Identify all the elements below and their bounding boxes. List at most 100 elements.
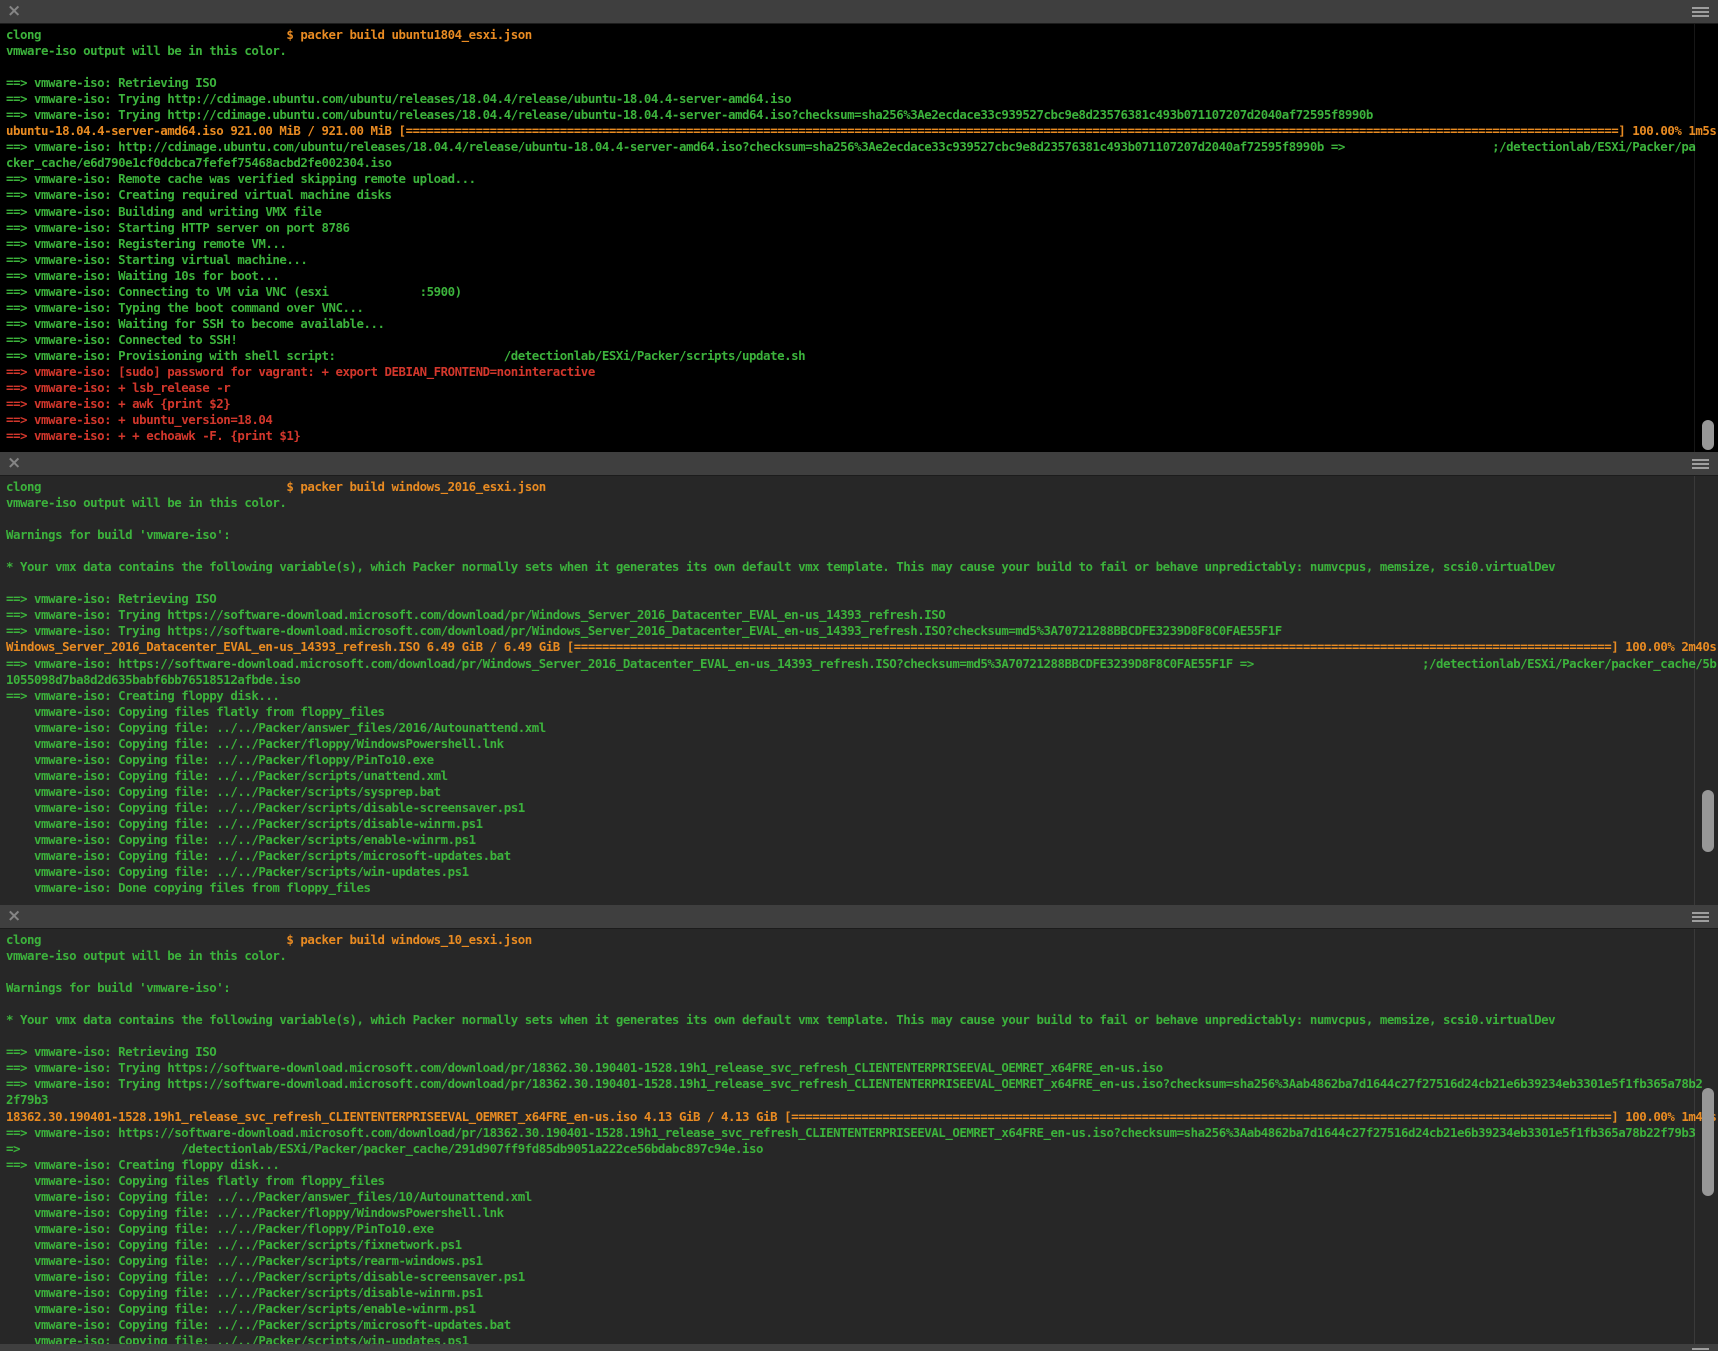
terminal-text-segment: vmware-iso output will be in this color.: [6, 43, 286, 58]
terminal-row: vmware-iso: Copying file: ../../Packer/s…: [6, 800, 1718, 816]
terminal-row: ==> vmware-iso: Provisioning with shell …: [6, 348, 1718, 364]
scrollbar-thumb[interactable]: [1702, 790, 1714, 852]
terminal-row: vmware-iso: Copying file: ../../Packer/a…: [6, 720, 1718, 736]
terminal-row: vmware-iso: Done copying files from flop…: [6, 880, 1718, 896]
terminal-row: ==> vmware-iso: Connected to SSH!: [6, 332, 1718, 348]
terminal-row: vmware-iso: Copying file: ../../Packer/s…: [6, 832, 1718, 848]
terminal-text-segment: clong: [6, 27, 41, 42]
terminal-row: vmware-iso: Copying file: ../../Packer/f…: [6, 752, 1718, 768]
hamburger-menu-icon[interactable]: [1692, 912, 1709, 924]
terminal-row: vmware-iso: Copying file: ../../Packer/s…: [6, 1333, 1718, 1344]
terminal-text-segment: vmware-iso: Copying file: ../../Packer/f…: [6, 1221, 434, 1236]
scrollbar-thumb[interactable]: [1702, 420, 1714, 450]
terminal-text-segment: clong: [6, 932, 41, 947]
terminal-row: ==> vmware-iso: Waiting for SSH to becom…: [6, 316, 1718, 332]
terminal-text-segment: ==> vmware-iso: Waiting 10s for boot...: [6, 268, 279, 283]
terminal-text-segment: ==> vmware-iso: Starting virtual machine…: [6, 252, 307, 267]
scrollbar-thumb[interactable]: [1702, 1088, 1714, 1196]
terminal-row: clong $ packer build windows_2016_esxi.j…: [6, 479, 1718, 495]
terminal-text-segment: ==> vmware-iso: Building and writing VMX…: [6, 204, 321, 219]
terminal-row: ==> vmware-iso: Remote cache was verifie…: [6, 171, 1718, 187]
terminal-row: [6, 1028, 1718, 1044]
terminal-text-segment: ==> vmware-iso: Typing the boot command …: [6, 300, 364, 315]
terminal-output: clong $ packer build ubuntu1804_esxi.jso…: [0, 24, 1718, 452]
terminal-row: vmware-iso: Copying file: ../../Packer/a…: [6, 1189, 1718, 1205]
terminal-text-segment: ==> vmware-iso: Trying http://cdimage.ub…: [6, 107, 1373, 122]
terminal-text-segment: ==> vmware-iso: https://software-downloa…: [6, 656, 1716, 671]
hamburger-menu-icon[interactable]: [1692, 459, 1709, 471]
terminal-row: => /detectionlab/ESXi/Packer/packer_cach…: [6, 1141, 1718, 1157]
terminal-row: vmware-iso: Copying file: ../../Packer/s…: [6, 768, 1718, 784]
close-icon[interactable]: ×: [7, 0, 21, 23]
terminal-text-segment: ==> vmware-iso: Trying https://software-…: [6, 607, 945, 622]
terminal-row: ==> vmware-iso: + awk {print $2}: [6, 396, 1718, 412]
terminal-text-segment: ==> vmware-iso: + lsb_release -r: [6, 380, 230, 395]
terminal-text-segment: vmware-iso: Copying file: ../../Packer/s…: [6, 1285, 483, 1300]
terminal-row: Warnings for build 'vmware-iso':: [6, 527, 1718, 543]
terminal-text-segment: ==> vmware-iso: + awk {print $2}: [6, 396, 230, 411]
terminal-text-segment: vmware-iso: Copying file: ../../Packer/f…: [6, 752, 434, 767]
close-icon[interactable]: ×: [7, 905, 21, 928]
terminal-row: ==> vmware-iso: Typing the boot command …: [6, 300, 1718, 316]
terminal-row: vmware-iso output will be in this color.: [6, 495, 1718, 511]
terminal-row: [6, 511, 1718, 527]
terminal-text-segment: vmware-iso: Copying file: ../../Packer/a…: [6, 720, 546, 735]
terminal-row: ==> vmware-iso: Creating floppy disk...: [6, 1157, 1718, 1173]
terminal-text-segment: Warnings for build 'vmware-iso':: [6, 527, 230, 542]
terminal-row: ==> vmware-iso: + lsb_release -r: [6, 380, 1718, 396]
terminal-text-segment: Warnings for build 'vmware-iso':: [6, 980, 230, 995]
terminal-row: vmware-iso: Copying file: ../../Packer/s…: [6, 1301, 1718, 1317]
terminal-output: clong $ packer build windows_10_esxi.jso…: [0, 929, 1718, 1344]
hamburger-menu-icon[interactable]: [1692, 7, 1709, 19]
terminal-text-segment: * Your vmx data contains the following v…: [6, 1012, 1555, 1027]
terminal-row: ==> vmware-iso: Retrieving ISO: [6, 75, 1718, 91]
terminal-row: ==> vmware-iso: https://software-downloa…: [6, 1125, 1718, 1141]
terminal-row: vmware-iso: Copying file: ../../Packer/f…: [6, 1205, 1718, 1221]
terminal-row: ==> vmware-iso: Registering remote VM...: [6, 236, 1718, 252]
terminal-text-segment: vmware-iso: Copying file: ../../Packer/s…: [6, 800, 525, 815]
terminal-text-segment: ==> vmware-iso: + + echoawk -F. {print $…: [6, 428, 300, 443]
terminal-text-segment: vmware-iso: Copying file: ../../Packer/f…: [6, 1205, 504, 1220]
terminal-text-segment: vmware-iso: Copying file: ../../Packer/s…: [6, 816, 483, 831]
terminal-row: ==> vmware-iso: + ubuntu_version=18.04: [6, 412, 1718, 428]
terminal-row: ==> vmware-iso: Connecting to VM via VNC…: [6, 284, 1718, 300]
close-icon[interactable]: ×: [7, 452, 21, 475]
terminal-text-segment: $ packer build windows_2016_esxi.json: [41, 479, 546, 494]
terminal-text-segment: vmware-iso: Copying file: ../../Packer/f…: [6, 736, 504, 751]
terminal-text-segment: vmware-iso: Copying file: ../../Packer/s…: [6, 832, 476, 847]
terminal-text-segment: $ packer build ubuntu1804_esxi.json: [41, 27, 532, 42]
terminal-text-segment: ==> vmware-iso: Provisioning with shell …: [6, 348, 805, 363]
terminal-text-segment: ==> vmware-iso: https://software-downloa…: [6, 1125, 1695, 1140]
terminal-text-segment: ==> vmware-iso: http://cdimage.ubuntu.co…: [6, 139, 1695, 154]
terminal-text-segment: Windows_Server_2016_Datacenter_EVAL_en-u…: [6, 639, 574, 654]
terminal-row: ==> vmware-iso: Trying https://software-…: [6, 1076, 1718, 1092]
terminal-text-segment: vmware-iso: Copying file: ../../Packer/s…: [6, 1301, 476, 1316]
terminal-text-segment: vmware-iso: Copying file: ../../Packer/s…: [6, 784, 441, 799]
terminal-row: ==> vmware-iso: Creating required virtua…: [6, 187, 1718, 203]
terminal-text-segment: vmware-iso: Copying file: ../../Packer/s…: [6, 1333, 469, 1344]
terminal-text-segment: ========================================…: [406, 123, 1619, 138]
terminal-text-segment: 1055098d7ba8d2d635babf6bb76518512afbde.i…: [6, 672, 300, 687]
terminal-row: vmware-iso: Copying files flatly from fl…: [6, 1173, 1718, 1189]
terminal-text-segment: $ packer build windows_10_esxi.json: [41, 932, 532, 947]
terminal-text-segment: vmware-iso output will be in this color.: [6, 495, 286, 510]
terminal-pane-ubuntu1804: × clong $ packer build ubuntu1804_esxi.j…: [0, 0, 1718, 452]
terminal-text-segment: vmware-iso: Copying file: ../../Packer/s…: [6, 848, 511, 863]
terminal-row: vmware-iso: Copying file: ../../Packer/s…: [6, 784, 1718, 800]
titlebar: ×: [0, 905, 1718, 929]
terminal-text-segment: ==> vmware-iso: Creating floppy disk...: [6, 688, 279, 703]
terminal-text-segment: vmware-iso output will be in this color.: [6, 948, 286, 963]
terminal-text-segment: ==> vmware-iso: Waiting for SSH to becom…: [6, 316, 385, 331]
terminal-text-segment: vmware-iso: Copying files flatly from fl…: [6, 1173, 385, 1188]
terminal-row: vmware-iso: Copying file: ../../Packer/s…: [6, 1285, 1718, 1301]
terminal-text-segment: vmware-iso: Done copying files from flop…: [6, 880, 371, 895]
terminal-text-segment: ==> vmware-iso: Creating required virtua…: [6, 187, 392, 202]
terminal-row: clong $ packer build windows_10_esxi.jso…: [6, 932, 1718, 948]
terminal-text-segment: ==> vmware-iso: Retrieving ISO: [6, 75, 216, 90]
terminal-row: ==> vmware-iso: Building and writing VMX…: [6, 204, 1718, 220]
terminal-text-segment: * Your vmx data contains the following v…: [6, 559, 1555, 574]
terminal-text-segment: ========================================…: [791, 1109, 1611, 1124]
terminal-row: 18362.30.190401-1528.19h1_release_svc_re…: [6, 1109, 1718, 1125]
terminal-text-segment: clong: [6, 479, 41, 494]
terminal-pane-windows10: × clong $ packer build windows_10_esxi.j…: [0, 905, 1718, 1344]
